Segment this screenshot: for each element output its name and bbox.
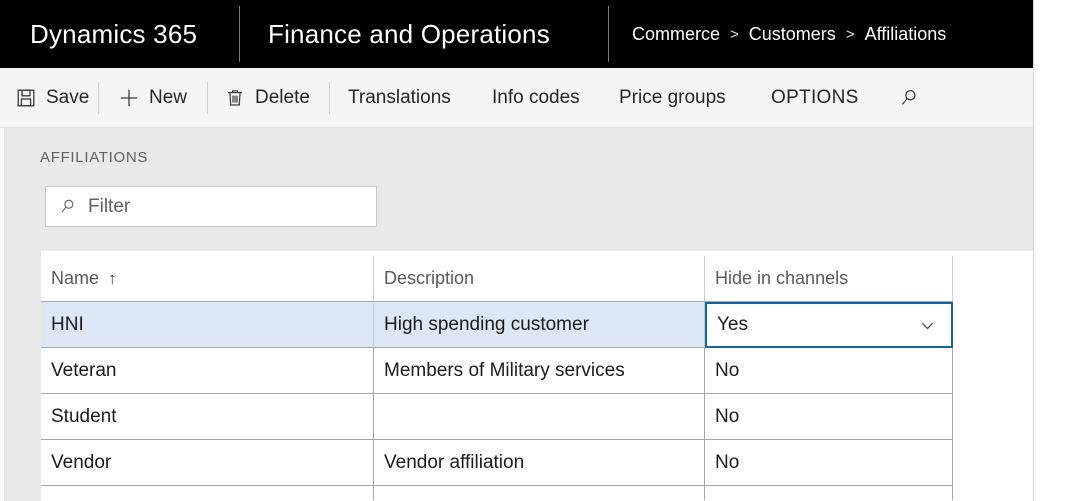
new-button-label: New (149, 86, 188, 108)
breadcrumb-separator-icon: > (730, 25, 739, 43)
column-header-hide-in-channels-label: Hide in channels (715, 268, 849, 288)
save-button[interactable]: Save (15, 68, 89, 127)
toolbar-separator (98, 82, 99, 114)
cell-hide-in-channels[interactable] (705, 486, 953, 500)
module-name-finance-operations[interactable]: Finance and Operations (268, 0, 550, 68)
delete-button-label: Delete (255, 86, 310, 108)
table-row[interactable]: Vendor Vendor affiliation No (41, 440, 953, 486)
cell-description[interactable] (374, 486, 705, 500)
new-button[interactable]: New (118, 68, 187, 127)
price-groups-button[interactable]: Price groups (619, 68, 726, 127)
toolbar-search-button[interactable] (898, 68, 920, 127)
left-gutter-fill (4, 251, 41, 501)
trash-icon (224, 87, 246, 109)
translations-button[interactable]: Translations (348, 68, 451, 127)
cell-name[interactable]: HNI (41, 302, 374, 348)
column-header-name-label: Name (51, 268, 100, 288)
table-row[interactable]: HNI High spending customer Yes (41, 302, 953, 348)
cell-name[interactable]: Student (41, 394, 374, 440)
breadcrumb-item-customers[interactable]: Customers (749, 24, 836, 45)
top-navigation-bar: Dynamics 365 Finance and Operations Comm… (0, 0, 1033, 68)
topbar-divider (239, 6, 240, 62)
filter-input-placeholder: Filter (88, 195, 131, 217)
breadcrumb-item-commerce[interactable]: Commerce (632, 24, 720, 45)
grid-header-row: Name ↑ Description Hide in channels (41, 256, 953, 302)
cell-hide-in-channels-value: Yes (717, 314, 748, 335)
cell-name[interactable]: Veteran (41, 348, 374, 394)
cell-description[interactable]: Members of Military services (374, 348, 705, 394)
search-icon (58, 197, 77, 216)
search-icon (898, 87, 920, 109)
topbar-divider (608, 6, 609, 62)
options-tab[interactable]: OPTIONS (771, 68, 859, 127)
cell-name[interactable]: Vendor (41, 440, 374, 486)
column-header-name[interactable]: Name ↑ (41, 256, 374, 302)
info-codes-button[interactable]: Info codes (492, 68, 580, 127)
column-header-hide-in-channels[interactable]: Hide in channels (705, 256, 953, 302)
table-row-partial[interactable] (41, 486, 953, 500)
cell-hide-in-channels[interactable]: No (705, 394, 953, 440)
filter-input[interactable]: Filter (45, 186, 377, 227)
product-logo-dynamics365[interactable]: Dynamics 365 (30, 0, 197, 68)
content-area: AFFILIATIONS Filter Name ↑ Description H… (0, 128, 1033, 501)
sort-ascending-icon: ↑ (108, 269, 117, 288)
page-title: AFFILIATIONS (40, 149, 149, 166)
filter-panel: AFFILIATIONS Filter (4, 128, 1033, 251)
table-row[interactable]: Student No (41, 394, 953, 440)
save-button-label: Save (46, 86, 90, 108)
cell-hide-in-channels[interactable]: No (705, 440, 953, 486)
affiliations-grid: Name ↑ Description Hide in channels HNI … (41, 256, 953, 500)
application-window: Dynamics 365 Finance and Operations Comm… (0, 0, 1034, 501)
save-floppy-icon (15, 87, 37, 109)
cell-description[interactable]: High spending customer (374, 302, 705, 348)
cell-description[interactable]: Vendor affiliation (374, 440, 705, 486)
cell-description[interactable] (374, 394, 705, 440)
table-row[interactable]: Veteran Members of Military services No (41, 348, 953, 394)
cell-hide-in-channels-dropdown[interactable]: Yes (705, 302, 953, 348)
column-header-description-label: Description (384, 268, 475, 288)
breadcrumb-item-affiliations[interactable]: Affiliations (865, 24, 947, 45)
delete-button[interactable]: Delete (224, 68, 310, 127)
breadcrumb: Commerce > Customers > Affiliations (632, 0, 946, 68)
column-header-description[interactable]: Description (374, 256, 705, 302)
chevron-down-icon[interactable] (917, 315, 937, 335)
cell-hide-in-channels[interactable]: No (705, 348, 953, 394)
plus-icon (118, 87, 140, 109)
toolbar-separator (329, 82, 330, 114)
cell-name[interactable] (41, 486, 374, 500)
breadcrumb-separator-icon: > (845, 25, 855, 43)
toolbar-separator (207, 82, 208, 114)
action-pane-toolbar: Save New Delete Translations Info codes … (0, 68, 1033, 128)
